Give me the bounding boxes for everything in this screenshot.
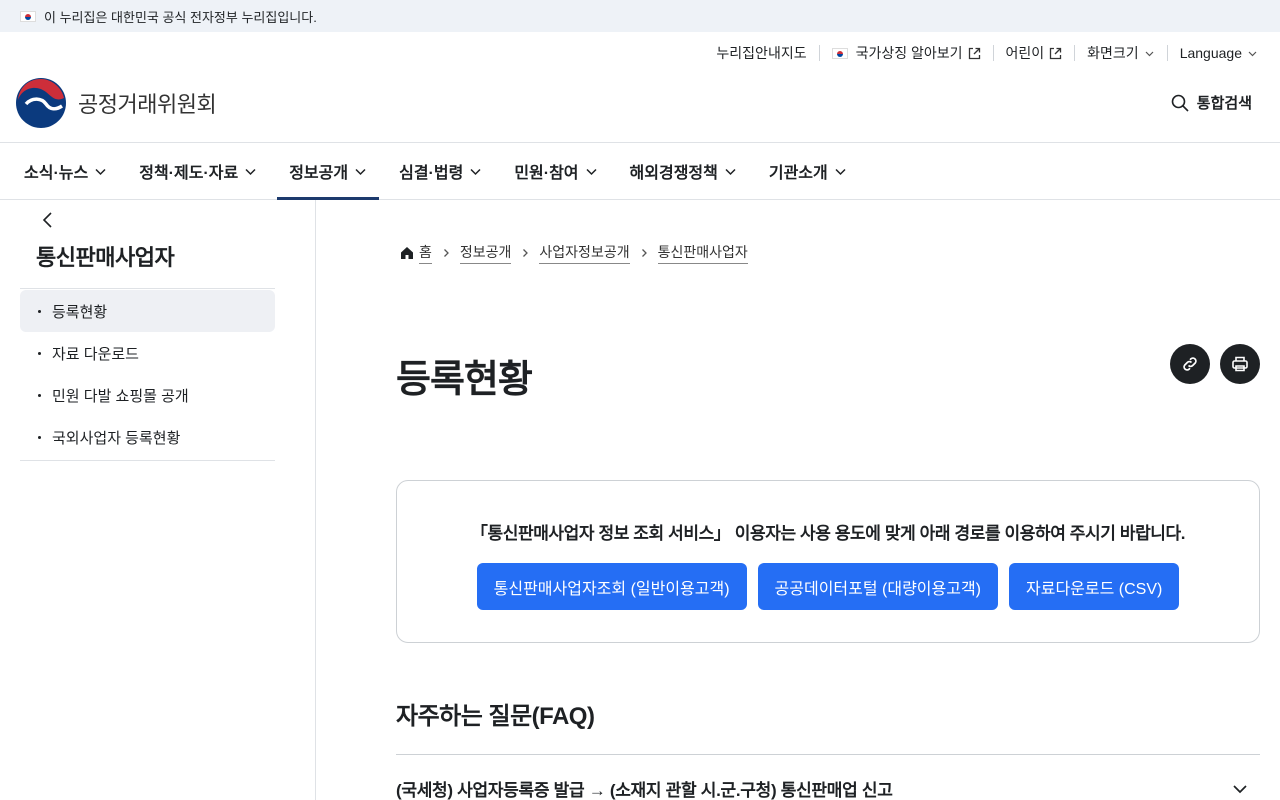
chevron-down-icon [95,168,106,175]
faq-item[interactable]: (국세청) 사업자등록증 발급 → (소재지 관할 시.군.구청) 통신판매업 … [396,776,1260,800]
external-link-icon [968,47,981,60]
national-symbols-link[interactable]: 국가상징 알아보기 [818,45,993,61]
side-title: 통신판매사업자 [36,245,175,270]
bullet-icon [38,393,41,397]
notice-button-group: 통신판매사업자조회 (일반이용고객) 공공데이터포털 (대량이용고객) 자료다운… [397,563,1259,610]
search-icon [1171,94,1189,112]
side-item-data-download[interactable]: 자료 다운로드 [20,332,275,374]
gnb-label: 정책·제도·자료 [139,165,239,182]
gnb-item-policy[interactable]: 정책·제도·자료 [127,143,269,199]
national-symbols-label: 국가상징 알아보기 [855,45,963,61]
bullet-icon [38,309,41,313]
printer-icon [1232,356,1248,372]
faq-question: (국세청) 사업자등록증 발급 → (소재지 관할 시.군.구청) 통신판매업 … [396,781,893,800]
chevron-down-icon [1247,48,1258,59]
back-button[interactable] [38,210,58,230]
faq-title: 자주하는 질문(FAQ) [396,703,595,730]
chevron-down-icon [725,168,736,175]
gnb-item-news[interactable]: 소식·뉴스 [12,143,119,199]
bullet-icon [38,351,41,355]
home-icon[interactable] [400,246,414,260]
breadcrumb-home[interactable]: 홈 [419,242,432,264]
faq-divider [396,754,1260,755]
font-size-label: 화면크기 [1087,45,1139,61]
chevron-down-icon [355,168,366,175]
gnb-item-about[interactable]: 기관소개 [757,143,859,199]
sitemap-link[interactable]: 누리집안내지도 [704,45,818,61]
gnb-label: 소식·뉴스 [24,165,89,182]
general-lookup-button[interactable]: 통신판매사업자조회 (일반이용고객) [476,563,747,610]
bullet-icon [38,435,41,439]
gov-banner: 이 누리집은 대한민국 공식 전자정부 누리집입니다. [0,0,1280,32]
breadcrumb-current[interactable]: 통신판매사업자 [657,242,748,264]
chevron-left-icon [42,212,52,228]
gnb-label: 심결·법령 [399,165,464,182]
kids-label: 어린이 [1005,45,1045,61]
chevron-right-icon [639,248,649,258]
link-icon [1183,357,1197,371]
korea-flag-icon [831,47,848,59]
gnb-label: 정보공개 [289,165,349,182]
side-item-label: 등록현황 [52,303,108,321]
chevron-down-icon [1144,48,1155,59]
breadcrumb-item[interactable]: 사업자정보공개 [539,242,630,264]
chevron-down-icon [1233,784,1247,793]
language-dropdown[interactable]: Language [1166,45,1258,61]
side-item-label: 자료 다운로드 [52,345,139,363]
side-item-label: 국외사업자 등록현황 [52,429,181,447]
kids-link[interactable]: 어린이 [992,45,1075,61]
sitemap-label: 누리집안내지도 [716,45,807,61]
external-link-icon [1049,47,1062,60]
chevron-right-icon [441,248,451,258]
gnb-label: 기관소개 [768,165,828,182]
gnb-item-disclosure[interactable]: 정보공개 [277,143,379,200]
chevron-right-icon [520,248,530,258]
public-data-portal-button[interactable]: 공공데이터포털 (대량이용고객) [757,563,999,610]
gnb-label: 해외경쟁정책 [629,165,718,182]
korea-flag-icon [20,10,36,22]
gnb-item-civil[interactable]: 민원·참여 [502,143,609,199]
notice-text: 「통신판매사업자 정보 조회 서비스」 이용자는 사용 용도에 맞게 아래 경로… [470,524,1186,543]
page-title: 등록현황 [396,359,533,401]
side-nav: 통신판매사업자 등록현황 자료 다운로드 민원 다발 쇼핑몰 공개 국외사업자 … [0,200,316,800]
side-item-complaint-malls[interactable]: 민원 다발 쇼핑몰 공개 [20,374,275,416]
search-label: 통합검색 [1196,95,1252,112]
side-item-registration-status[interactable]: 등록현황 [20,290,275,332]
gnb-item-overseas[interactable]: 해외경쟁정책 [618,143,749,199]
breadcrumb-item[interactable]: 정보공개 [459,242,512,264]
print-button[interactable] [1220,344,1260,384]
side-item-foreign-business[interactable]: 국외사업자 등록현황 [20,416,275,458]
chevron-down-icon [835,168,846,175]
side-menu-list: 등록현황 자료 다운로드 민원 다발 쇼핑몰 공개 국외사업자 등록현황 [20,288,275,461]
utility-nav: 누리집안내지도 국가상징 알아보기 어린이 화면크기 Language [704,40,1258,66]
service-notice-box: 「통신판매사업자 정보 조회 서비스」 이용자는 사용 용도에 맞게 아래 경로… [396,480,1260,643]
chevron-down-icon [586,168,597,175]
integrated-search-button[interactable]: 통합검색 [1171,92,1252,113]
copy-link-button[interactable] [1170,344,1210,384]
breadcrumb: 홈 정보공개 사업자정보공개 통신판매사업자 [400,242,748,264]
gnb-label: 민원·참여 [514,165,579,182]
font-size-dropdown[interactable]: 화면크기 [1074,45,1167,61]
side-item-label: 민원 다발 쇼핑몰 공개 [52,387,189,405]
gnb-item-decisions[interactable]: 심결·법령 [387,143,494,199]
language-label: Language [1179,45,1242,61]
gov-banner-text: 이 누리집은 대한민국 공식 전자정부 누리집입니다. [44,9,317,25]
chevron-down-icon [245,168,256,175]
government-emblem-icon [16,78,66,128]
chevron-down-icon [470,168,481,175]
home-logo[interactable]: 공정거래위원회 [16,78,217,128]
main-nav: 소식·뉴스 정책·제도·자료 정보공개 심결·법령 민원·참여 해외경쟁정책 기… [0,142,1280,200]
org-name: 공정거래위원회 [78,92,217,117]
csv-download-button[interactable]: 자료다운로드 (CSV) [1009,563,1180,610]
